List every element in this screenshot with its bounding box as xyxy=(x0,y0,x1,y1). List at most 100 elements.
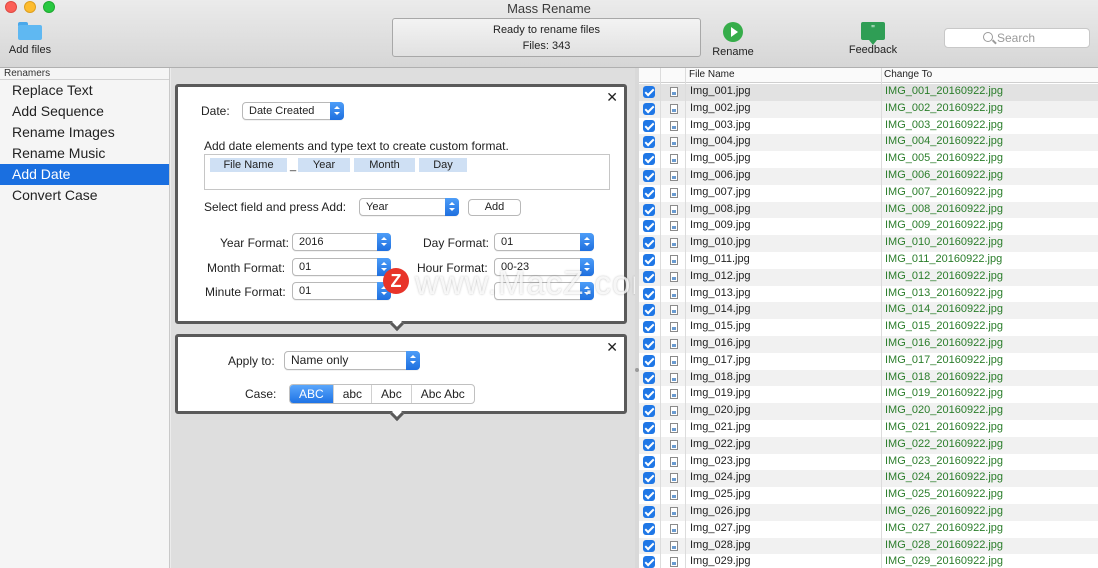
table-row[interactable]: Img_001.jpg IMG_001_20160922.jpg xyxy=(639,84,1098,101)
change-to-cell: IMG_017_20160922.jpg xyxy=(885,353,1004,366)
row-checkbox[interactable] xyxy=(643,136,655,149)
close-panel-icon[interactable]: ✕ xyxy=(606,339,618,356)
column-header-file-name[interactable]: File Name xyxy=(689,69,735,80)
sidebar-item-add-sequence[interactable]: Add Sequence xyxy=(0,101,169,122)
row-checkbox[interactable] xyxy=(643,86,655,98)
format-token-field[interactable]: File Name _ Year Month Day xyxy=(204,154,610,190)
sidebar-item-replace-text[interactable]: Replace Text xyxy=(0,80,169,101)
token-day[interactable]: Day xyxy=(419,158,467,172)
row-checkbox[interactable] xyxy=(643,304,655,317)
change-to-cell: IMG_018_20160922.jpg xyxy=(885,370,1004,383)
table-row[interactable]: Img_011.jpg IMG_011_20160922.jpg xyxy=(639,252,1098,269)
close-panel-icon[interactable]: ✕ xyxy=(606,89,618,106)
row-checkbox[interactable] xyxy=(643,506,655,518)
popup-arrows-icon xyxy=(330,102,344,120)
table-row[interactable]: Img_004.jpg IMG_004_20160922.jpg xyxy=(639,134,1098,152)
table-row[interactable]: Img_019.jpg IMG_019_20160922.jpg xyxy=(639,386,1098,403)
table-row[interactable]: Img_006.jpg IMG_006_20160922.jpg xyxy=(639,168,1098,185)
row-checkbox[interactable] xyxy=(643,405,655,418)
add-field-button[interactable]: Add xyxy=(468,199,521,216)
image-file-icon xyxy=(670,389,678,400)
case-option-upper[interactable]: ABC xyxy=(290,385,334,403)
table-row[interactable]: Img_008.jpg IMG_008_20160922.jpg xyxy=(639,201,1098,219)
table-row[interactable]: Img_028.jpg IMG_028_20160922.jpg xyxy=(639,537,1098,555)
file-name-cell: Img_028.jpg xyxy=(690,538,751,551)
search-field[interactable] xyxy=(944,28,1090,48)
row-checkbox[interactable] xyxy=(643,153,655,166)
table-row[interactable]: Img_029.jpg IMG_029_20160922.jpg xyxy=(639,554,1098,568)
sidebar-item-rename-images[interactable]: Rename Images xyxy=(0,122,169,143)
image-file-icon xyxy=(670,339,678,349)
change-to-cell: IMG_019_20160922.jpg xyxy=(885,387,1004,400)
table-row[interactable]: Img_022.jpg IMG_022_20160922.jpg xyxy=(639,436,1098,454)
row-checkbox[interactable] xyxy=(643,354,655,367)
table-row[interactable]: Img_010.jpg IMG_010_20160922.jpg xyxy=(639,235,1098,252)
row-checkbox[interactable] xyxy=(643,556,655,568)
row-checkbox[interactable] xyxy=(643,455,655,468)
table-row[interactable]: Img_015.jpg IMG_015_20160922.jpg xyxy=(639,319,1098,336)
apply-to-popup[interactable]: Name only xyxy=(284,351,420,370)
field-select-popup[interactable]: Year xyxy=(359,198,459,216)
table-row[interactable]: Img_018.jpg IMG_018_20160922.jpg xyxy=(639,369,1098,387)
day-format-popup[interactable]: 01 xyxy=(494,233,594,251)
sidebar-item-rename-music[interactable]: Rename Music xyxy=(0,143,169,164)
year-format-popup[interactable]: 2016 xyxy=(292,233,391,251)
row-checkbox[interactable] xyxy=(643,119,655,132)
table-row[interactable]: Img_020.jpg IMG_020_20160922.jpg xyxy=(639,403,1098,420)
row-checkbox[interactable] xyxy=(643,220,655,233)
table-row[interactable]: Img_017.jpg IMG_017_20160922.jpg xyxy=(639,353,1098,370)
table-row[interactable]: Img_009.jpg IMG_009_20160922.jpg xyxy=(639,218,1098,235)
table-row[interactable]: Img_027.jpg IMG_027_20160922.jpg xyxy=(639,521,1098,538)
add-files-button[interactable]: Add files xyxy=(6,22,54,56)
file-name-cell: Img_017.jpg xyxy=(690,353,751,366)
table-row[interactable]: Img_013.jpg IMG_013_20160922.jpg xyxy=(639,286,1098,303)
row-checkbox[interactable] xyxy=(643,388,655,401)
row-checkbox[interactable] xyxy=(643,321,655,334)
row-checkbox[interactable] xyxy=(643,472,655,485)
table-row[interactable]: Img_005.jpg IMG_005_20160922.jpg xyxy=(639,151,1098,168)
rename-button[interactable]: Rename xyxy=(712,22,754,58)
table-row[interactable]: Img_014.jpg IMG_014_20160922.jpg xyxy=(639,302,1098,320)
sidebar-item-convert-case[interactable]: Convert Case xyxy=(0,185,169,206)
table-row[interactable]: Img_012.jpg IMG_012_20160922.jpg xyxy=(639,268,1098,286)
second-format-popup[interactable] xyxy=(494,282,594,300)
row-checkbox[interactable] xyxy=(643,522,655,535)
row-checkbox[interactable] xyxy=(643,237,655,250)
row-checkbox[interactable] xyxy=(643,438,655,451)
row-checkbox[interactable] xyxy=(643,186,655,199)
month-format-popup[interactable]: 01 xyxy=(292,258,391,276)
table-row[interactable]: Img_024.jpg IMG_024_20160922.jpg xyxy=(639,470,1098,488)
row-checkbox[interactable] xyxy=(643,170,655,182)
table-row[interactable]: Img_021.jpg IMG_021_20160922.jpg xyxy=(639,420,1098,437)
table-row[interactable]: Img_007.jpg IMG_007_20160922.jpg xyxy=(639,185,1098,202)
row-checkbox[interactable] xyxy=(643,254,655,266)
row-checkbox[interactable] xyxy=(643,287,655,300)
feedback-button[interactable]: " Feedback xyxy=(846,22,900,56)
date-source-popup[interactable]: Date Created xyxy=(242,102,344,120)
token-file-name[interactable]: File Name xyxy=(210,158,287,172)
table-row[interactable]: Img_016.jpg IMG_016_20160922.jpg xyxy=(639,336,1098,353)
token-month[interactable]: Month xyxy=(354,158,415,172)
row-checkbox[interactable] xyxy=(643,539,655,552)
table-row[interactable]: Img_003.jpg IMG_003_20160922.jpg xyxy=(639,118,1098,135)
search-input[interactable] xyxy=(997,31,1085,45)
table-row[interactable]: Img_025.jpg IMG_025_20160922.jpg xyxy=(639,487,1098,504)
row-checkbox[interactable] xyxy=(643,371,655,384)
case-option-title[interactable]: Abc Abc xyxy=(412,385,474,403)
row-checkbox[interactable] xyxy=(643,489,655,502)
table-row[interactable]: Img_002.jpg IMG_002_20160922.jpg xyxy=(639,100,1098,118)
case-option-lower[interactable]: abc xyxy=(334,385,373,403)
table-row[interactable]: Img_023.jpg IMG_023_20160922.jpg xyxy=(639,454,1098,471)
row-checkbox[interactable] xyxy=(643,338,655,350)
row-checkbox[interactable] xyxy=(643,203,655,216)
column-header-change-to[interactable]: Change To xyxy=(884,69,932,80)
minute-format-popup[interactable]: 01 xyxy=(292,282,391,300)
hour-format-popup[interactable]: 00-23 xyxy=(494,258,594,276)
sidebar-item-add-date[interactable]: Add Date xyxy=(0,164,169,185)
table-row[interactable]: Img_026.jpg IMG_026_20160922.jpg xyxy=(639,504,1098,521)
case-option-capitalize[interactable]: Abc xyxy=(372,385,412,403)
token-year[interactable]: Year xyxy=(298,158,350,172)
row-checkbox[interactable] xyxy=(643,270,655,283)
row-checkbox[interactable] xyxy=(643,102,655,115)
row-checkbox[interactable] xyxy=(643,422,655,434)
